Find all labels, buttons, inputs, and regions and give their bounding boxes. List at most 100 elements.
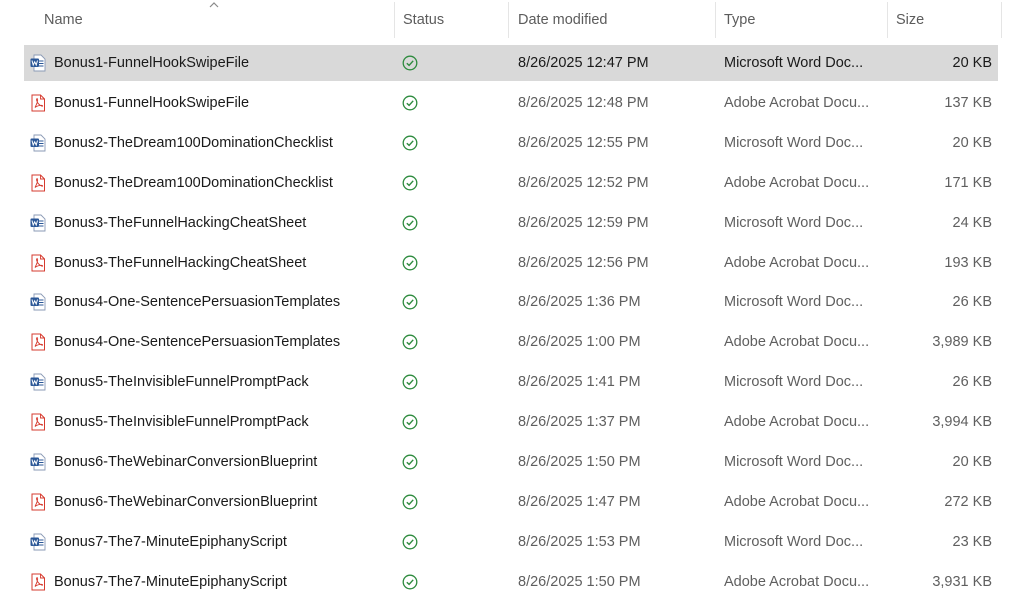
file-row[interactable]: Bonus5-TheInvisibleFunnelPromptPack 8/26/… — [24, 404, 998, 440]
file-name: Bonus1-FunnelHookSwipeFile — [54, 55, 250, 71]
file-date-modified: 8/26/2025 1:41 PM — [518, 374, 641, 391]
file-type: Microsoft Word Doc... — [724, 214, 864, 231]
file-date-modified: 8/26/2025 1:37 PM — [518, 414, 641, 431]
word-doc-icon — [30, 373, 46, 391]
word-doc-icon — [30, 134, 46, 152]
file-row[interactable]: Bonus2-TheDream100DominationChecklist 8/2… — [24, 125, 998, 161]
synced-check-icon — [402, 55, 418, 71]
status-cell — [402, 175, 418, 191]
file-size: 272 KB — [944, 493, 992, 510]
file-type: Adobe Acrobat Docu... — [724, 493, 870, 510]
file-row[interactable]: Bonus3-TheFunnelHackingCheatSheet 8/26/20… — [24, 205, 998, 241]
file-date-modified: 8/26/2025 1:36 PM — [518, 294, 641, 311]
file-size: 3,989 KB — [932, 334, 992, 351]
file-size: 24 KB — [952, 214, 993, 231]
file-size: 3,931 KB — [932, 573, 992, 590]
status-cell — [402, 95, 418, 111]
status-cell — [402, 55, 418, 71]
column-divider[interactable] — [887, 2, 888, 38]
file-row[interactable]: Bonus7-The7-MinuteEpiphanyScript 8/26/202… — [24, 524, 998, 560]
file-size: 171 KB — [944, 174, 992, 191]
synced-check-icon — [402, 494, 418, 510]
file-type: Microsoft Word Doc... — [724, 374, 864, 391]
file-date-modified: 8/26/2025 1:50 PM — [518, 573, 641, 590]
file-row[interactable]: Bonus6-TheWebinarConversionBlueprint 8/26… — [24, 444, 998, 480]
file-name: Bonus6-TheWebinarConversionBlueprint — [54, 454, 318, 470]
file-name: Bonus1-FunnelHookSwipeFile — [54, 94, 250, 111]
file-type: Adobe Acrobat Docu... — [724, 334, 870, 351]
column-header-date-modified[interactable]: Date modified — [518, 0, 708, 40]
file-row[interactable]: Bonus1-FunnelHookSwipeFile 8/26/2025 12:4… — [24, 45, 998, 81]
file-row[interactable]: Bonus2-TheDream100DominationChecklist 8/2… — [24, 165, 998, 201]
synced-check-icon — [402, 95, 418, 111]
file-type: Microsoft Word Doc... — [724, 134, 864, 151]
file-row[interactable]: Bonus4-One-SentencePersuasionTemplates 8/… — [24, 284, 998, 320]
file-name: Bonus5-TheInvisibleFunnelPromptPack — [54, 414, 309, 431]
file-row[interactable]: Bonus4-One-SentencePersuasionTemplates 8/… — [24, 324, 998, 360]
status-cell — [402, 534, 418, 550]
file-type: Microsoft Word Doc... — [724, 454, 864, 470]
file-date-modified: 8/26/2025 12:52 PM — [518, 174, 649, 191]
file-type: Adobe Acrobat Docu... — [724, 573, 870, 590]
file-row[interactable]: Bonus6-TheWebinarConversionBlueprint 8/26… — [24, 484, 998, 520]
status-cell — [402, 135, 418, 151]
file-type: Adobe Acrobat Docu... — [724, 254, 870, 271]
file-row[interactable]: Bonus1-FunnelHookSwipeFile 8/26/2025 12:4… — [24, 85, 998, 121]
file-row[interactable]: Bonus3-TheFunnelHackingCheatSheet 8/26/20… — [24, 245, 998, 281]
word-doc-icon — [30, 293, 46, 311]
synced-check-icon — [402, 215, 418, 231]
status-cell — [402, 294, 418, 310]
status-cell — [402, 574, 418, 590]
file-name: Bonus5-TheInvisibleFunnelPromptPack — [54, 374, 309, 391]
pdf-icon — [31, 493, 45, 511]
file-name: Bonus7-The7-MinuteEpiphanyScript — [54, 533, 287, 550]
file-size: 137 KB — [944, 94, 992, 111]
file-name: Bonus2-TheDream100DominationChecklist — [54, 134, 333, 151]
synced-check-icon — [402, 534, 418, 550]
pdf-icon — [31, 94, 45, 112]
file-date-modified: 8/26/2025 12:48 PM — [518, 94, 649, 111]
pdf-icon — [31, 333, 45, 351]
file-name: Bonus6-TheWebinarConversionBlueprint — [54, 493, 318, 510]
column-header-type[interactable]: Type — [724, 0, 874, 40]
word-doc-icon — [30, 214, 46, 232]
file-size: 23 KB — [952, 533, 993, 550]
file-row[interactable]: Bonus5-TheInvisibleFunnelPromptPack 8/26/… — [24, 364, 998, 400]
status-cell — [402, 215, 418, 231]
synced-check-icon — [402, 574, 418, 590]
file-date-modified: 8/26/2025 12:47 PM — [518, 55, 649, 71]
file-size: 193 KB — [944, 254, 992, 271]
status-cell — [402, 255, 418, 271]
file-size: 26 KB — [952, 294, 993, 311]
file-row[interactable]: Bonus7-The7-MinuteEpiphanyScript 8/26/202… — [24, 564, 998, 600]
pdf-icon — [31, 413, 45, 431]
pdf-icon — [31, 254, 45, 271]
status-cell — [402, 454, 418, 470]
file-name: Bonus3-TheFunnelHackingCheatSheet — [54, 254, 307, 271]
file-type: Microsoft Word Doc... — [724, 533, 864, 550]
column-header-name[interactable]: Name — [44, 0, 394, 40]
status-cell — [402, 414, 418, 430]
file-size: 20 KB — [952, 134, 993, 151]
file-type: Adobe Acrobat Docu... — [724, 94, 870, 111]
pdf-icon — [31, 174, 45, 192]
column-divider[interactable] — [394, 2, 395, 38]
synced-check-icon — [402, 454, 418, 470]
word-doc-icon — [30, 453, 46, 471]
file-date-modified: 8/26/2025 12:55 PM — [518, 134, 649, 151]
word-doc-icon — [30, 533, 46, 551]
column-divider[interactable] — [508, 2, 509, 38]
column-header-bar: Name Status Date modified Type Size — [0, 0, 1024, 40]
file-size: 26 KB — [952, 374, 993, 391]
synced-check-icon — [402, 334, 418, 350]
column-header-status[interactable]: Status — [403, 0, 503, 40]
file-name: Bonus7-The7-MinuteEpiphanyScript — [54, 573, 287, 590]
column-divider[interactable] — [715, 2, 716, 38]
column-divider[interactable] — [1001, 2, 1002, 38]
file-type: Adobe Acrobat Docu... — [724, 414, 870, 431]
status-cell — [402, 494, 418, 510]
file-date-modified: 8/26/2025 1:00 PM — [518, 334, 641, 351]
file-type: Microsoft Word Doc... — [724, 55, 864, 71]
synced-check-icon — [402, 374, 418, 390]
column-header-size[interactable]: Size — [896, 0, 996, 40]
